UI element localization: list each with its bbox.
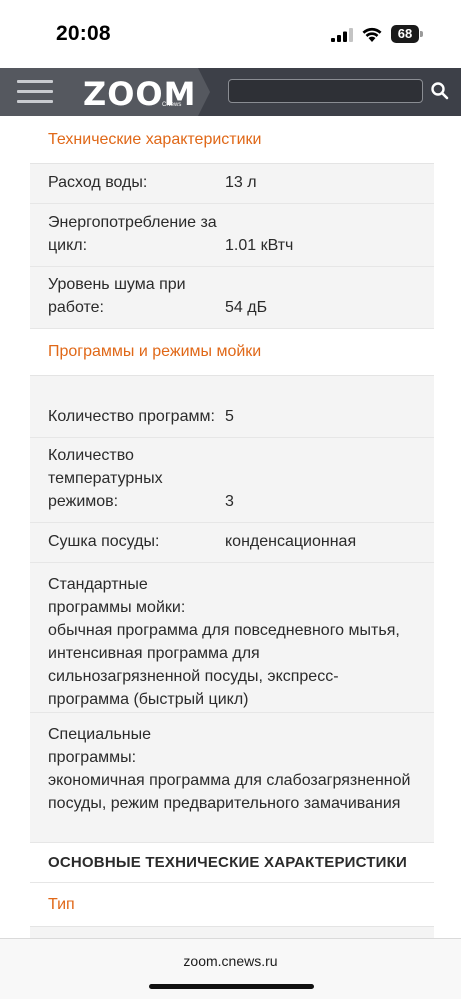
spec-value: конденсационная [225, 533, 357, 550]
spec-value: 5 [225, 408, 234, 425]
cellular-signal-icon [331, 28, 353, 42]
spec-table: Технические характеристики Расход воды: … [30, 116, 434, 947]
spec-row: Специальные программы: экономичная прогр… [30, 713, 434, 843]
spec-key: Количество температурных режимов: [48, 447, 163, 510]
spec-key: Расход воды: [48, 174, 148, 191]
battery-icon: 68 [391, 25, 423, 43]
browser-url-bar[interactable]: zoom.cnews.ru [0, 938, 461, 999]
spec-key: Энергопотребление за цикл: [48, 214, 217, 254]
spec-row: Уровень шума при работе: 54 дБ [30, 267, 434, 329]
spec-value: 1.01 кВтч [225, 237, 294, 254]
section-header-type: Тип [30, 883, 434, 927]
spec-row: Количество программ: 5 [30, 376, 434, 438]
spec-row: Количество температурных режимов: 3 [30, 438, 434, 523]
home-indicator [149, 984, 314, 989]
search-input[interactable] [228, 79, 423, 103]
spec-row: Стандартные программы мойки: обычная про… [30, 563, 434, 713]
spec-value: обычная программа для повседневного мыть… [48, 622, 400, 708]
status-time: 20:08 [56, 22, 111, 45]
logo-subtitle: CNews [162, 102, 182, 108]
spec-key: Сушка посуды: [48, 533, 160, 550]
spec-row: Энергопотребление за цикл: 1.01 кВтч [30, 204, 434, 267]
spec-key: Уровень шума при работе: [48, 276, 186, 316]
menu-button[interactable] [0, 68, 70, 116]
url-text[interactable]: zoom.cnews.ru [0, 953, 461, 969]
spec-value: 54 дБ [225, 299, 268, 316]
site-header: ZOOM CNews [0, 68, 461, 116]
main-specs-heading: ОСНОВНЫЕ ТЕХНИЧЕСКИЕ ХАРАКТЕРИСТИКИ [30, 843, 434, 883]
spec-key: Количество программ: [48, 408, 215, 425]
spec-value: 13 л [225, 174, 257, 191]
spec-row: Расход воды: 13 л [30, 164, 434, 204]
section-header-tech: Технические характеристики [30, 116, 434, 164]
search-icon[interactable] [430, 81, 450, 101]
spec-row: Сушка посуды: конденсационная [30, 523, 434, 563]
spec-key: Стандартные программы мойки: [48, 576, 186, 616]
wifi-icon [362, 27, 382, 42]
spec-value: 3 [225, 493, 234, 510]
status-bar: 20:08 68 [0, 0, 461, 68]
spec-value: экономичная программа для слабозагрязнен… [48, 772, 411, 812]
spec-key: Специальные программы: [48, 726, 152, 766]
section-header-programs: Программы и режимы мойки [30, 329, 434, 376]
battery-percent: 68 [397, 26, 413, 41]
